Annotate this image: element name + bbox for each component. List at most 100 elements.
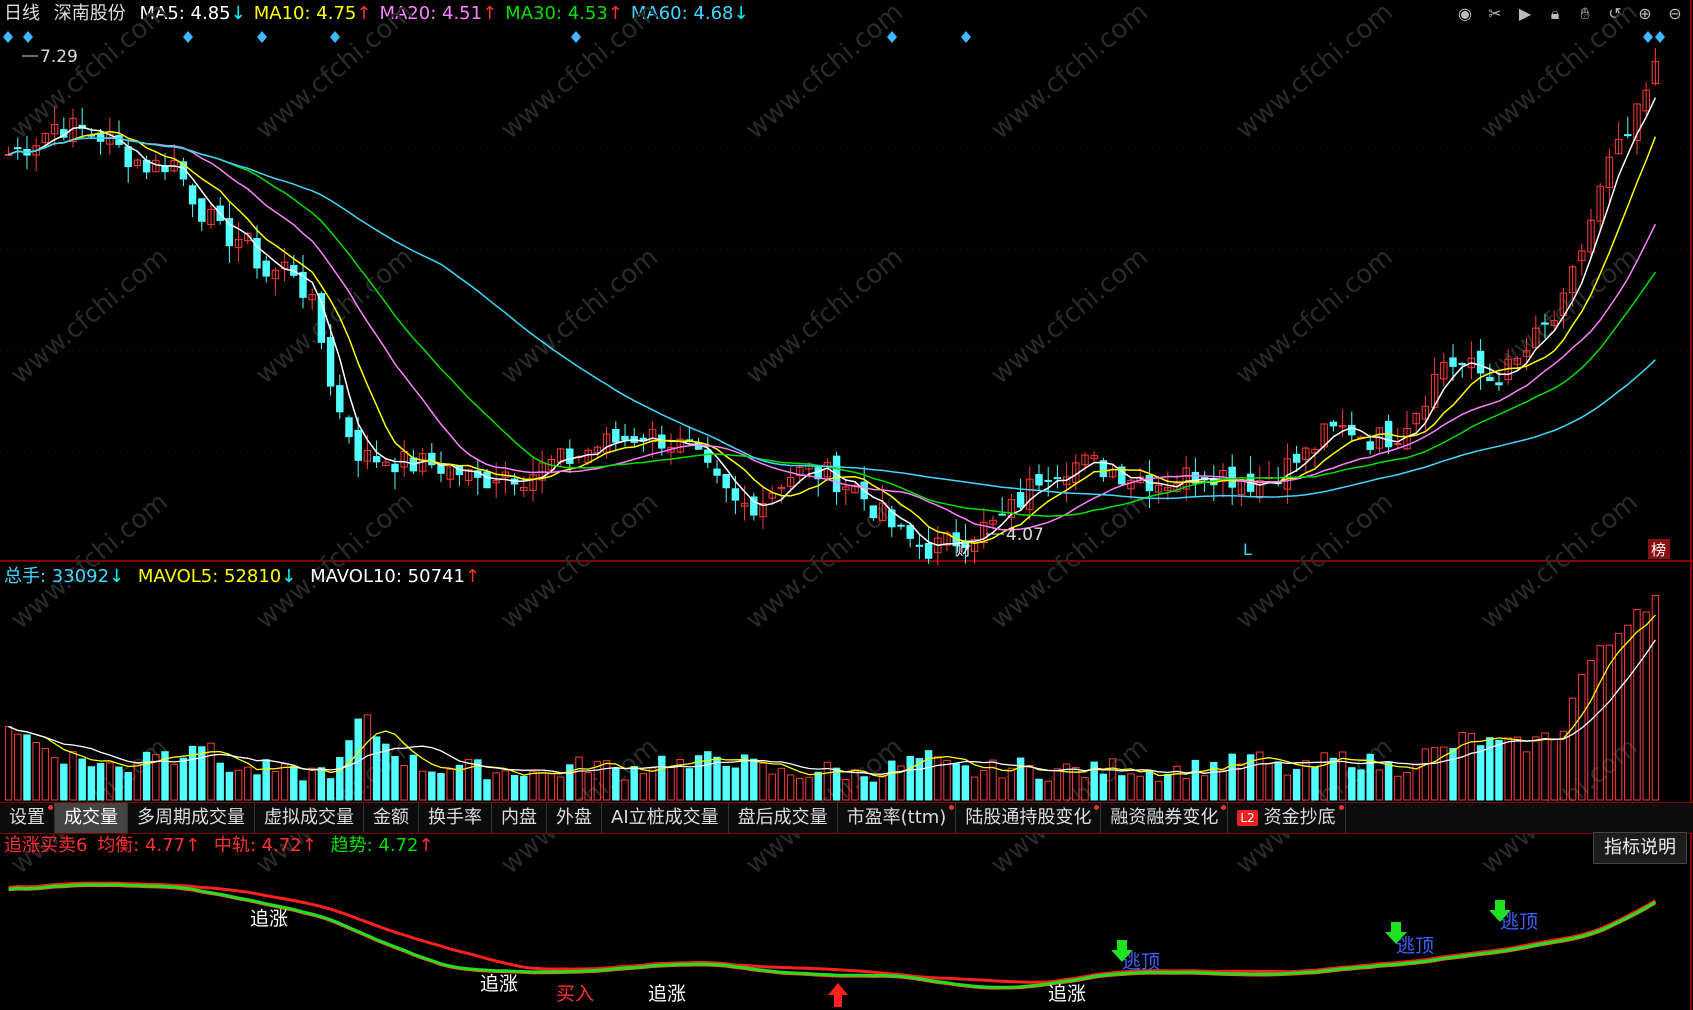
mavol10-value: MAVOL10: 50741 xyxy=(310,566,465,587)
volume-bar xyxy=(796,777,804,801)
tab-dot xyxy=(949,805,955,810)
candle-body xyxy=(924,542,933,559)
watermark: www.cfchi.com xyxy=(1475,242,1644,390)
balance-arrow: ↑ xyxy=(185,835,201,856)
candle-body xyxy=(198,198,206,222)
tab-label: 外盘 xyxy=(556,807,592,828)
candle-body xyxy=(612,429,620,443)
volume-bar xyxy=(1191,759,1200,801)
mavol10-arrow: ↑ xyxy=(464,566,481,587)
volume-bar xyxy=(1449,747,1457,801)
tab-item[interactable]: 虚拟成交量 xyxy=(255,803,364,833)
volume-bar xyxy=(961,765,970,801)
volume-bar xyxy=(124,772,132,801)
tab-item[interactable]: 金额 xyxy=(364,803,419,833)
volume-bar xyxy=(418,770,427,801)
volume-bar xyxy=(1136,775,1144,801)
event-diamond xyxy=(183,31,193,43)
volume-bar xyxy=(1476,745,1485,801)
watermark: www.cfchi.com xyxy=(740,0,909,145)
volume-bar xyxy=(648,767,657,801)
event-diamond xyxy=(3,31,13,43)
middle-value: 中轨: 4.72↑ xyxy=(214,835,317,856)
tab-item[interactable]: 陆股通持股变化 xyxy=(956,803,1102,833)
financial-marker: 财 xyxy=(956,541,971,559)
volume-bar xyxy=(989,759,997,801)
volume-bar xyxy=(437,773,445,801)
tab-label: 陆股通持股变化 xyxy=(965,807,1092,828)
volume-bar xyxy=(685,768,694,801)
L-marker: L xyxy=(1243,540,1252,559)
volume-bar xyxy=(345,740,353,801)
volume-bar xyxy=(1357,769,1365,801)
volume-header: 总手: 33092↓ MAVOL5: 52810↓ MAVOL10: 50741… xyxy=(4,566,488,588)
volume-bar xyxy=(170,763,178,801)
candle-body xyxy=(483,471,491,489)
candle-body xyxy=(1394,443,1402,446)
volume-bar xyxy=(1495,739,1503,801)
volume-bar xyxy=(372,736,381,801)
volume-bar xyxy=(750,758,758,801)
candle-body xyxy=(906,525,914,539)
volume-bar xyxy=(4,726,13,801)
volume-bar xyxy=(262,759,270,801)
candle-body xyxy=(428,452,436,466)
candle-body xyxy=(1486,377,1494,382)
trend-value: 趋势: 4.72↑ xyxy=(331,835,434,856)
tab-item[interactable]: 外盘 xyxy=(547,803,602,833)
tab-item[interactable]: 换手率 xyxy=(419,803,492,833)
tab-item[interactable]: L2 资金抄底 xyxy=(1228,803,1346,833)
volume-bar xyxy=(612,767,620,801)
kline-chart[interactable]: www.cfchi.com www.cfchi.com www.cfchi.com w… xyxy=(0,0,1693,1010)
volume-bar xyxy=(1504,737,1512,801)
volume-bar xyxy=(1651,594,1660,801)
volume-bar xyxy=(41,748,50,801)
tab-item[interactable]: 市盈率(ttm) xyxy=(838,803,957,833)
candle-body xyxy=(897,524,905,527)
volume-bar xyxy=(336,757,344,801)
indicator-help-button[interactable]: 指标说明 xyxy=(1593,832,1687,864)
mavol5-value: MAVOL5: 52810 xyxy=(137,566,282,587)
volume-bar xyxy=(1164,773,1172,801)
trend-label: 趋势: 4.72 xyxy=(330,835,419,856)
candle-body xyxy=(1495,382,1503,386)
tab-label: 成交量 xyxy=(64,807,118,828)
watermark: www.cfchi.com xyxy=(495,0,664,145)
volume-bar xyxy=(943,759,951,801)
volume-bar xyxy=(1044,780,1052,801)
candle-body xyxy=(1228,466,1236,488)
balance-line xyxy=(8,881,1657,984)
tab-item[interactable]: AI立桩成交量 xyxy=(602,803,729,833)
balance-value: 均衡: 4.77↑ xyxy=(97,835,200,856)
mavol5-arrow: ↓ xyxy=(281,566,297,587)
volume-bar xyxy=(888,760,896,801)
volume-bar xyxy=(142,751,151,801)
tab-item[interactable]: 盘后成交量 xyxy=(729,803,838,833)
volume-bar xyxy=(253,774,261,801)
volume-bar xyxy=(970,776,979,801)
candle-body xyxy=(1329,421,1338,427)
volume-bar xyxy=(998,777,1006,801)
volume-bar xyxy=(1348,767,1356,801)
tab-item[interactable]: 多周期成交量 xyxy=(128,803,255,833)
volume-bar xyxy=(14,733,22,801)
volume-bar xyxy=(400,765,408,801)
volume-bar xyxy=(1633,609,1641,801)
candle-body xyxy=(1016,492,1025,508)
mavol-line xyxy=(8,639,1656,775)
volume-bar xyxy=(520,775,528,801)
volume-bar xyxy=(786,774,795,801)
tab-dot xyxy=(1094,805,1100,810)
volume-bar xyxy=(299,780,307,801)
volume-bar xyxy=(1026,765,1034,801)
candle-body xyxy=(124,146,132,168)
indicator-name[interactable]: 追涨买卖6 xyxy=(4,835,87,856)
balance-label: 均衡: 4.77 xyxy=(97,835,186,856)
candle-body xyxy=(14,147,22,150)
tab-item[interactable]: 内盘 xyxy=(492,803,547,833)
candle-body xyxy=(391,463,399,473)
tab-item[interactable]: 融资融券变化 xyxy=(1101,803,1229,833)
tab-item[interactable]: 设置 xyxy=(0,803,55,833)
tab-item[interactable]: 成交量 xyxy=(55,803,128,833)
volume-bar xyxy=(409,754,418,801)
